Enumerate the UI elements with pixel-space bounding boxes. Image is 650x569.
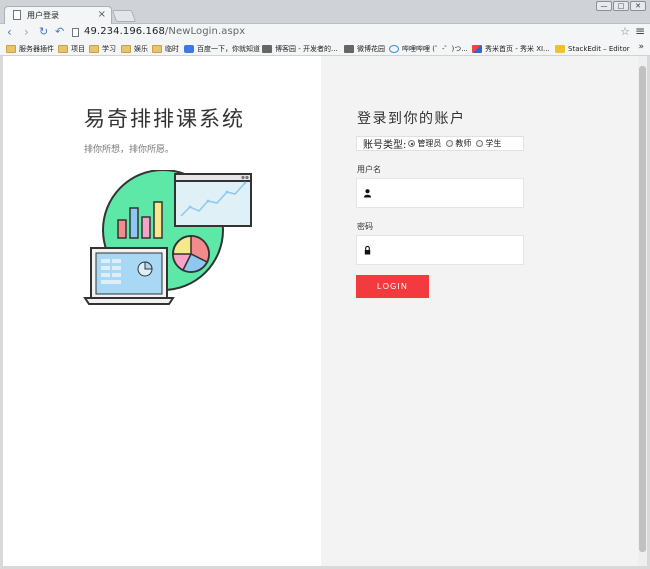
stackedit-icon: [555, 44, 565, 53]
forward-icon[interactable]: ›: [24, 25, 29, 39]
user-icon: [363, 189, 372, 198]
username-field[interactable]: [356, 178, 524, 208]
username-label: 用户名: [357, 165, 381, 174]
xiumi-icon: [472, 44, 482, 53]
baidu-icon: [184, 44, 194, 53]
bookmark-item[interactable]: 学习: [89, 43, 116, 54]
url-host: 49.234.196.168: [84, 26, 165, 37]
maximize-button[interactable]: □: [613, 1, 629, 11]
bookmark-item[interactable]: 哔哩哔哩 (゜-゜)つ...: [389, 43, 468, 54]
close-window-button[interactable]: ✕: [630, 1, 646, 11]
radio-teacher[interactable]: 教师: [446, 138, 471, 149]
browser-tab[interactable]: 用户登录 ×: [4, 6, 112, 24]
radio-admin[interactable]: 管理员: [408, 138, 441, 149]
reload-icon[interactable]: ↻: [39, 25, 48, 38]
bookmark-item[interactable]: 娱乐: [121, 43, 148, 54]
new-tab-button[interactable]: [111, 10, 137, 22]
weibo-icon: [344, 44, 354, 53]
account-type-selector: 账号类型: 管理员 教师 学生: [356, 136, 524, 151]
back-icon[interactable]: ‹: [7, 25, 12, 39]
radio-student-dot[interactable]: [476, 140, 484, 147]
folder-icon: [152, 44, 162, 53]
window-controls: — □ ✕: [596, 1, 646, 11]
laptop-icon: [83, 247, 175, 305]
system-subtitle: 排你所想，排你所愿。: [84, 145, 175, 155]
minimize-button[interactable]: —: [596, 1, 612, 11]
password-field[interactable]: [356, 235, 524, 265]
system-title: 易奇排排课系统: [84, 107, 245, 131]
bookmark-item[interactable]: 博客园 - 开发者的...: [262, 43, 338, 54]
login-panel: 登录到你的账户 账号类型: 管理员 教师 学生 用户名 密码 LOGIN: [321, 56, 638, 566]
more-bookmarks-icon[interactable]: »: [638, 42, 644, 52]
browser-menu-icon[interactable]: ≡: [635, 24, 645, 38]
bookmark-item[interactable]: 秀米首页 - 秀米 XI...: [472, 43, 550, 54]
pie-chart-icon: [172, 235, 210, 273]
bookmark-star-icon[interactable]: ☆: [620, 25, 630, 38]
folder-icon: [6, 44, 16, 53]
bookmark-item[interactable]: 服务器插件: [6, 43, 54, 54]
radio-student[interactable]: 学生: [476, 138, 501, 149]
username-input[interactable]: [379, 184, 517, 202]
undo-close-icon[interactable]: ↶: [55, 25, 64, 38]
account-type-label: 账号类型:: [363, 140, 407, 151]
browser-toolbar: ‹ › ↻ ↶ 49.234.196.168/NewLogin.aspx ☆ ≡: [0, 24, 650, 41]
password-label: 密码: [357, 222, 373, 231]
analytics-illustration: [83, 170, 252, 305]
address-bar[interactable]: 49.234.196.168/NewLogin.aspx: [84, 26, 245, 37]
radio-admin-dot[interactable]: [408, 140, 416, 147]
login-title: 登录到你的账户: [357, 111, 466, 127]
bookmark-item[interactable]: 百度一下，你就知道: [184, 43, 260, 54]
tab-close-icon[interactable]: ×: [98, 9, 106, 20]
scrollbar-thumb[interactable]: [639, 66, 646, 552]
bookmark-item[interactable]: 微博花园: [344, 43, 385, 54]
radio-teacher-dot[interactable]: [446, 140, 454, 147]
page-viewport: 易奇排排课系统 排你所想，排你所愿。 登录到你的账户 账号类型: 管理员 教师 …: [3, 56, 647, 566]
line-chart-window-icon: [174, 173, 252, 227]
bilibili-icon: [389, 44, 399, 53]
folder-icon: [89, 44, 99, 53]
bookmarks-bar: 服务器插件 项目 学习 娱乐 临时 百度一下，你就知道 博客园 - 开发者的..…: [0, 41, 650, 56]
url-path: /NewLogin.aspx: [164, 26, 246, 37]
bookmark-item[interactable]: 临时: [152, 43, 179, 54]
tab-title: 用户登录: [27, 11, 59, 20]
lock-icon: [364, 245, 371, 255]
bookmark-item[interactable]: StackEdit – Editor: [555, 43, 630, 54]
brand-panel: 易奇排排课系统 排你所想，排你所愿。: [3, 56, 321, 566]
folder-icon: [121, 44, 131, 53]
password-input[interactable]: [379, 241, 517, 259]
page-scrollbar[interactable]: [638, 56, 647, 566]
page-icon: [13, 10, 21, 20]
login-button[interactable]: LOGIN: [356, 275, 429, 298]
page-info-icon[interactable]: [72, 28, 79, 37]
browser-titlebar: 用户登录 × — □ ✕: [0, 0, 650, 24]
folder-icon: [58, 44, 68, 53]
cnblogs-icon: [262, 44, 272, 53]
bookmark-item[interactable]: 项目: [58, 43, 85, 54]
